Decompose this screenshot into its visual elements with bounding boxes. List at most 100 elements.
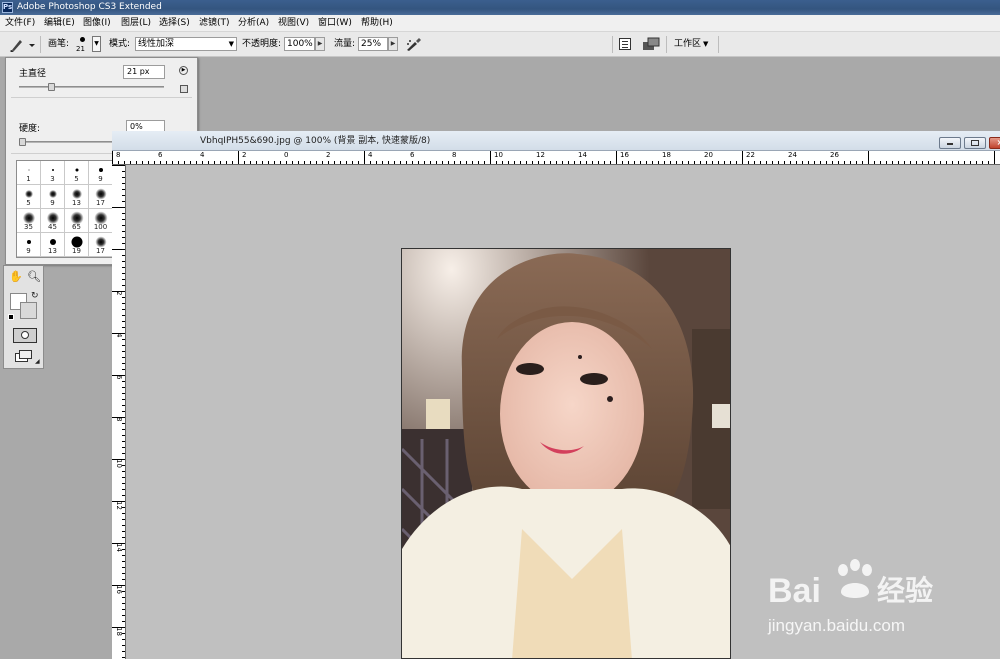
brush-preset-cell[interactable]: 9 (41, 185, 65, 209)
hand-tool-icon[interactable]: ✋ (9, 271, 23, 283)
flow-stepper-icon[interactable]: ▶ (388, 37, 398, 51)
brush-preset-cell[interactable]: 17 (89, 233, 113, 257)
ruler-tick (136, 161, 137, 164)
brush-tip-icon (28, 169, 29, 171)
ruler-tick (646, 161, 647, 164)
palette-well-icon[interactable] (619, 38, 631, 50)
ruler-tick (634, 161, 635, 164)
minimize-button[interactable] (939, 137, 961, 149)
brush-preset-cell[interactable]: 9 (17, 233, 41, 257)
opacity-field[interactable]: 100% (284, 37, 315, 51)
ruler-tick (820, 161, 821, 164)
airbrush-icon[interactable] (405, 37, 422, 52)
document-title-bar[interactable]: VbhqIPH55&690.jpg @ 100% (背景 副本, 快速蒙版/8)… (112, 131, 1000, 151)
hardness-slider-thumb[interactable] (19, 138, 26, 146)
default-colors-icon[interactable] (8, 314, 14, 320)
menu-view[interactable]: 视图(V) (278, 17, 309, 30)
ruler-label: 12 (115, 501, 123, 510)
ruler-label: 4 (368, 151, 373, 159)
brush-preset-cell[interactable]: 35 (17, 209, 41, 233)
ruler-tick (122, 525, 125, 526)
quick-mask-mode-icon[interactable] (13, 328, 37, 343)
screen-mode-icon[interactable] (15, 350, 33, 362)
ruler-tick (484, 161, 485, 164)
ruler-tick (400, 161, 401, 164)
ruler-tick (122, 267, 125, 268)
menu-image[interactable]: 图像(I) (83, 17, 111, 30)
menu-help[interactable]: 帮助(H) (361, 17, 393, 30)
zoom-tool-icon[interactable]: 🔍︎ (27, 271, 41, 283)
workspace-chevron-down-icon[interactable]: ▼ (703, 39, 708, 49)
brush-preset-cell[interactable]: 65 (65, 209, 89, 233)
mode-value: 线性加深 (138, 39, 175, 49)
diameter-slider-thumb[interactable] (48, 83, 55, 91)
workspace-button[interactable]: 工作区 (674, 38, 701, 50)
ruler-tick (298, 161, 299, 164)
ruler-tick (796, 161, 797, 164)
background-color-swatch[interactable] (20, 302, 37, 319)
ruler-tick (730, 161, 731, 164)
ruler-tick (160, 161, 161, 164)
brush-preset-cell[interactable]: 5 (17, 185, 41, 209)
watermark-brand-chinese: 经验 (877, 574, 934, 607)
menu-select[interactable]: 选择(S) (159, 17, 190, 30)
vertical-ruler[interactable]: 2 4 6 8 10 12 14 16 18 (112, 165, 126, 659)
brush-preset-cell[interactable]: 13 (41, 233, 65, 257)
opacity-stepper-icon[interactable]: ▶ (315, 37, 325, 51)
ruler-tick (562, 161, 563, 164)
ruler-tick (868, 151, 869, 164)
menu-filter[interactable]: 滤镜(T) (199, 17, 230, 30)
ruler-tick (122, 609, 125, 610)
brush-preset-cell[interactable]: 3 (41, 161, 65, 185)
ruler-tick (122, 279, 125, 280)
ruler-tick (808, 161, 809, 164)
brush-preset-cell[interactable]: 13 (65, 185, 89, 209)
horizontal-ruler[interactable]: 8 6 4 2 0 2 4 6 8 10 12 14 16 18 20 22 24 26 (112, 151, 1000, 165)
ruler-tick (628, 161, 629, 164)
menu-window[interactable]: 窗口(W) (318, 17, 352, 30)
window-title: Adobe Photoshop CS3 Extended (17, 2, 162, 12)
brush-preset-cell[interactable]: 100 (89, 209, 113, 233)
ruler-tick (122, 477, 125, 478)
menu-layer[interactable]: 图层(L) (121, 17, 151, 30)
brush-preset-cell[interactable]: 5 (65, 161, 89, 185)
ruler-tick (370, 161, 371, 164)
brush-preset-picker[interactable]: 21 (75, 35, 90, 55)
brush-preset-cell[interactable]: 45 (41, 209, 65, 233)
ruler-label: 6 (410, 151, 415, 159)
flow-field[interactable]: 25% (358, 37, 388, 51)
swap-colors-icon[interactable]: ↻ (31, 290, 39, 302)
ruler-tick (430, 161, 431, 164)
maximize-icon (971, 140, 979, 146)
bridge-icon[interactable] (642, 37, 660, 51)
diameter-slider[interactable] (19, 83, 164, 91)
maximize-button[interactable] (964, 137, 986, 149)
brush-preset-size: 45 (48, 223, 57, 231)
brush-tool-icon[interactable] (8, 36, 36, 53)
close-icon: × (996, 138, 1000, 147)
ruler-tick (118, 161, 119, 164)
ruler-tick (122, 297, 125, 298)
brush-preset-size: 100 (93, 223, 108, 231)
ruler-tick (122, 219, 125, 220)
ruler-tick (382, 161, 383, 164)
ruler-tick (122, 201, 125, 202)
menu-analysis[interactable]: 分析(A) (238, 17, 269, 30)
brush-preset-cell[interactable]: 19 (65, 233, 89, 257)
panel-menu-arrow-icon[interactable]: ▶ (179, 66, 188, 75)
diameter-field[interactable]: 21 px (123, 65, 165, 79)
mode-select[interactable]: 线性加深 ▼ (135, 37, 237, 51)
ruler-tick (436, 161, 437, 164)
brush-preset-size: 65 (72, 223, 81, 231)
ruler-tick (122, 453, 125, 454)
ruler-tick (196, 161, 197, 164)
menu-file[interactable]: 文件(F) (5, 17, 35, 30)
brush-picker-dropdown-icon[interactable]: ▼ (92, 36, 101, 52)
brush-preset-cell[interactable]: 9 (89, 161, 113, 185)
menu-edit[interactable]: 编辑(E) (44, 17, 75, 30)
save-preset-icon[interactable] (180, 85, 188, 93)
ruler-tick (616, 151, 617, 164)
close-button[interactable]: × (989, 137, 1000, 149)
brush-preset-cell[interactable]: 17 (89, 185, 113, 209)
brush-preset-cell[interactable]: 1 (17, 161, 41, 185)
